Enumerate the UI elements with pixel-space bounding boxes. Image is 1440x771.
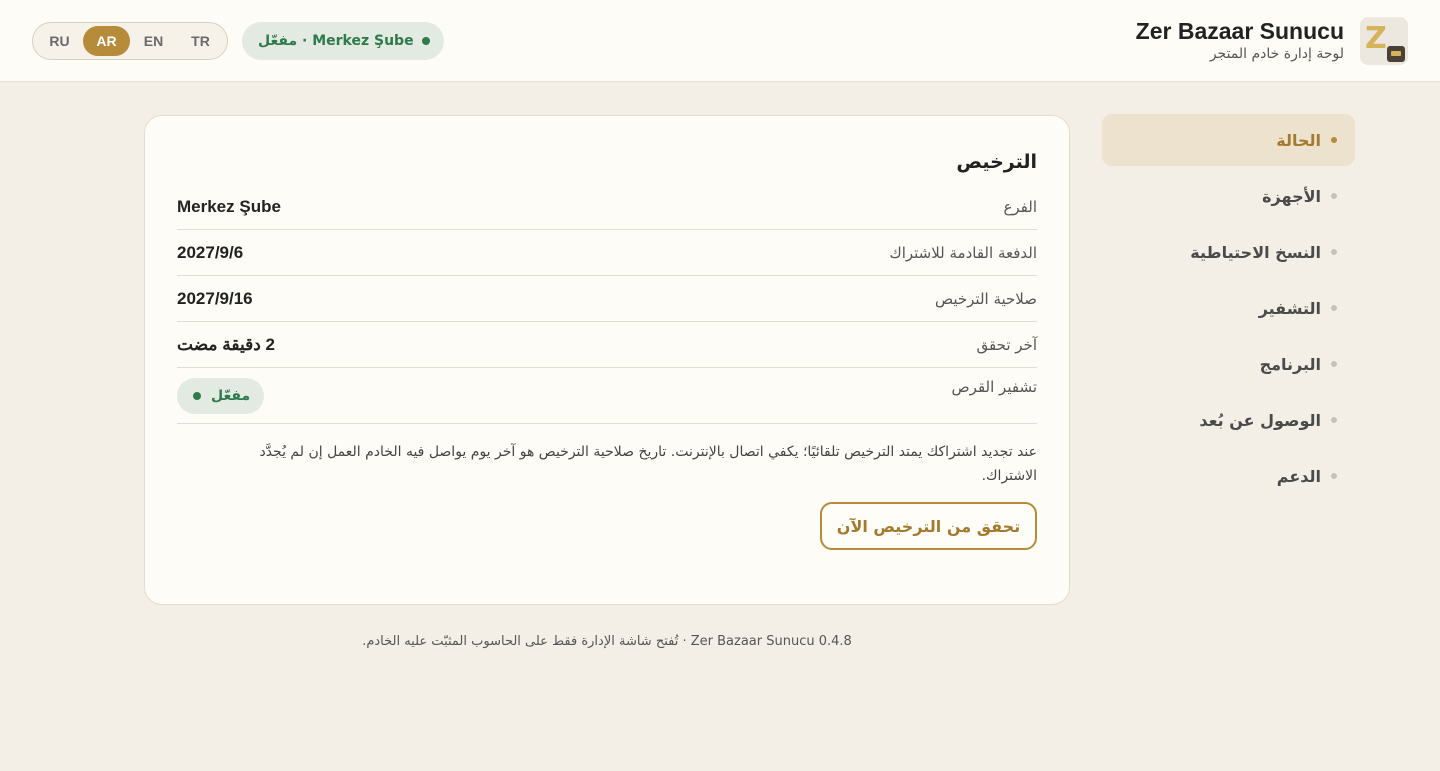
check-license-button[interactable]: تحقق من الترخيص الآن xyxy=(820,502,1037,550)
sidebar-item-label: الأجهزة xyxy=(1262,186,1321,206)
lang-button-ar[interactable]: AR xyxy=(83,26,130,56)
lang-button-en[interactable]: EN xyxy=(130,26,177,56)
info-row-license-validity: صلاحية الترخيص 2027/9/16 xyxy=(177,276,1037,322)
sidebar-item-support[interactable]: الدعم xyxy=(1102,450,1355,502)
app-logo-icon: Z xyxy=(1360,17,1408,65)
info-value: Merkez Şube xyxy=(177,196,281,216)
footer-text: Zer Bazaar Sunucu 0.4.8 · تُفتح شاشة الإ… xyxy=(362,634,852,649)
license-note: عند تجديد اشتراكك يمتد الترخيص تلقائيًا؛… xyxy=(259,444,1037,484)
sidebar-item-encryption[interactable]: التشفير xyxy=(1102,282,1355,334)
status-dot-icon xyxy=(421,37,430,45)
sidebar-item-backups[interactable]: النسخ الاحتياطية xyxy=(1102,226,1355,278)
app-subtitle: لوحة إدارة خادم المتجر xyxy=(1209,46,1344,62)
top-header: Z Zer Bazaar Sunucu لوحة إدارة خادم المت… xyxy=(0,0,1440,82)
sidebar-item-label: الدعم xyxy=(1276,466,1321,486)
bullet-icon xyxy=(1331,249,1337,255)
bullet-icon xyxy=(1331,193,1337,199)
license-card: الترخيص الفرع Merkez Şube الدفعة القادمة… xyxy=(144,115,1070,605)
info-row-branch: الفرع Merkez Şube xyxy=(177,184,1037,230)
bullet-icon xyxy=(1331,305,1337,311)
status-text: مفعّل xyxy=(211,388,251,404)
bullet-icon xyxy=(1331,137,1337,143)
app-title: Zer Bazaar Sunucu xyxy=(1135,18,1344,44)
sidebar-item-label: النسخ الاحتياطية xyxy=(1190,242,1321,262)
lang-button-ru[interactable]: RU xyxy=(36,26,83,56)
info-row-next-payment: الدفعة القادمة للاشتراك 2027/9/6 xyxy=(177,230,1037,276)
bullet-icon xyxy=(1331,361,1337,367)
info-label: الفرع xyxy=(1003,197,1037,216)
sidebar-item-status[interactable]: الحالة xyxy=(1102,114,1355,166)
info-value: 2027/9/6 xyxy=(177,242,244,262)
branch-status-badge: Merkez Şube · مفعّل xyxy=(242,22,444,60)
sidebar-item-label: الحالة xyxy=(1276,130,1321,150)
branch-status-text: Merkez Şube · مفعّل xyxy=(258,33,414,49)
language-switcher: RU AR EN TR xyxy=(32,22,228,60)
bullet-icon xyxy=(1331,417,1337,423)
info-label: آخر تحقق xyxy=(976,335,1037,354)
info-value: 2027/9/16 xyxy=(177,288,253,308)
top-controls: RU AR EN TR Merkez Şube · مفعّل xyxy=(32,22,444,60)
status-dot-icon xyxy=(193,392,201,400)
info-row-disk-encryption: تشفير القرص مفعّل xyxy=(177,368,1037,424)
sidebar-item-label: البرنامج xyxy=(1259,354,1321,374)
lang-button-tr[interactable]: TR xyxy=(177,26,224,56)
sidebar-item-remote-access[interactable]: الوصول عن بُعد xyxy=(1102,394,1355,446)
sidebar-item-software[interactable]: البرنامج xyxy=(1102,338,1355,390)
brand: Z Zer Bazaar Sunucu لوحة إدارة خادم المت… xyxy=(1136,16,1408,66)
info-value: 2 دقيقة مضت xyxy=(177,334,275,354)
brand-text: Zer Bazaar Sunucu لوحة إدارة خادم المتجر xyxy=(1136,18,1344,64)
info-label: صلاحية الترخيص xyxy=(934,289,1037,308)
encryption-status-badge: مفعّل xyxy=(177,378,265,414)
info-row-last-check: آخر تحقق 2 دقيقة مضت xyxy=(177,322,1037,368)
sidebar-item-label: التشفير xyxy=(1258,298,1321,318)
info-label: الدفعة القادمة للاشتراك xyxy=(889,243,1037,262)
sidebar-item-devices[interactable]: الأجهزة xyxy=(1102,170,1355,222)
info-label: تشفير القرص xyxy=(951,378,1037,396)
card-title: الترخيص xyxy=(956,151,1037,173)
sidebar-item-label: الوصول عن بُعد xyxy=(1199,410,1321,430)
bullet-icon xyxy=(1331,473,1337,479)
sidebar-nav: الحالة الأجهزة النسخ الاحتياطية التشفير … xyxy=(1102,114,1355,506)
